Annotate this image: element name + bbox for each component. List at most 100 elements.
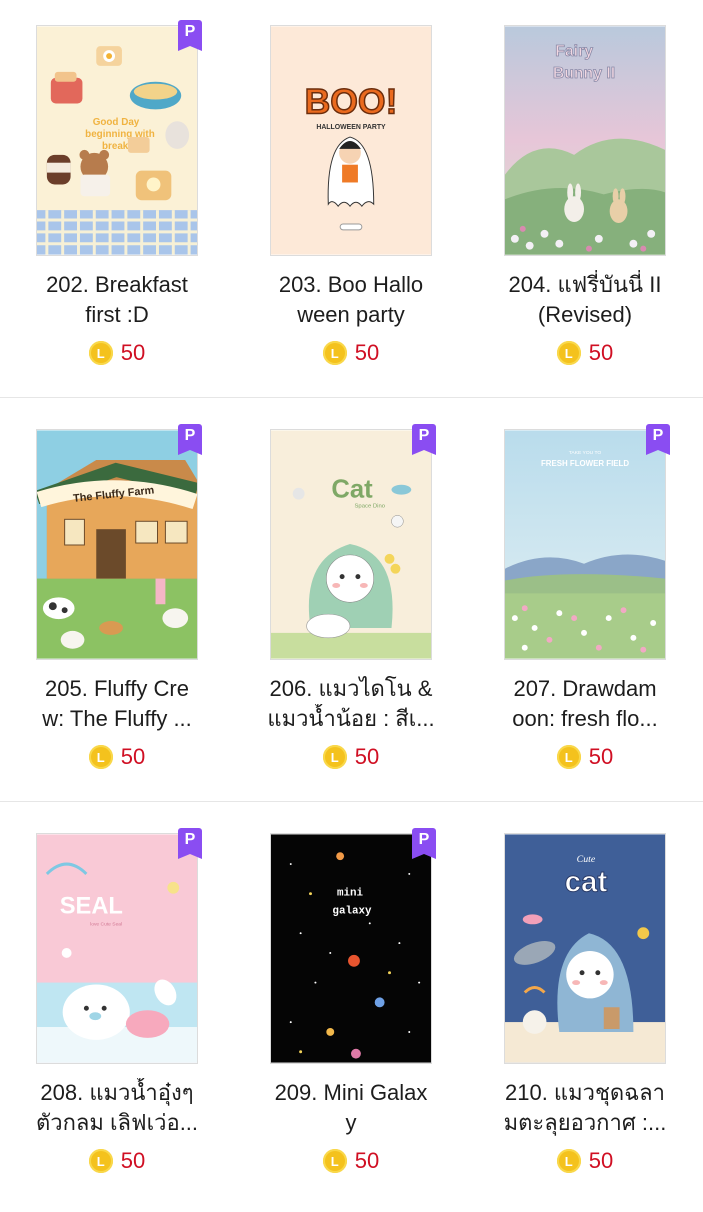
title-line: 204. แฟรี่บันนี่ II <box>508 272 662 297</box>
title-line: 202. Breakfast <box>46 272 188 297</box>
thumb-text: TAKE YOU TO <box>569 450 602 456</box>
title-line: 206. แมวไดโน & <box>269 676 433 701</box>
theme-title[interactable]: 202. Breakfast first :D <box>22 270 212 330</box>
theme-thumbnail[interactable]: Cat Space Dino <box>270 429 432 660</box>
price-tag: L 50 <box>0 340 234 366</box>
price-amount: 50 <box>588 744 614 769</box>
thumb-text: BOO! <box>305 81 398 121</box>
theme-card-208[interactable]: SEAL love Cute Seal P 208. แมวน้ำอุ๋งๆ ต… <box>0 808 234 1205</box>
theme-card-210[interactable]: Cute cat 210. แมวชุดฉลา มตะลุยอวกาศ :... <box>468 808 702 1205</box>
theme-title[interactable]: 206. แมวไดโน & แมวน้ำน้อย : สีเ... <box>256 674 446 734</box>
price-amount: 50 <box>354 1148 380 1173</box>
price-amount: 50 <box>354 744 380 769</box>
price-amount: 50 <box>588 340 614 365</box>
premium-badge: P <box>178 424 202 455</box>
coin-icon: L <box>556 341 581 365</box>
theme-thumbnail[interactable]: TAKE YOU TO FRESH FLOWER FIELD <box>504 429 666 660</box>
mini-galaxy-illustration: mini galaxy <box>271 834 431 1063</box>
theme-card-202[interactable]: Good Day beginning with breakfast P 202.… <box>0 0 234 397</box>
premium-badge: P <box>646 424 670 455</box>
title-line: 208. แมวน้ำอุ๋งๆ <box>40 1080 194 1105</box>
theme-card-209[interactable]: mini galaxy P 209. Mini Galax y L 50 <box>234 808 468 1205</box>
theme-thumbnail[interactable]: Fairy Bunny II <box>504 25 666 256</box>
price-amount: 50 <box>120 1148 146 1173</box>
theme-title[interactable]: 209. Mini Galax y <box>256 1078 446 1138</box>
theme-thumbnail[interactable]: Cute cat <box>504 833 666 1064</box>
seal-illustration: SEAL love Cute Seal <box>37 834 197 1063</box>
title-line: แมวน้ำน้อย : สีเ... <box>267 706 435 731</box>
title-line: 205. Fluffy Cre <box>45 676 189 701</box>
title-line: y <box>345 1110 357 1135</box>
price-tag: L 50 <box>234 1148 468 1174</box>
coin-icon: L <box>556 745 581 769</box>
theme-thumbnail[interactable]: SEAL love Cute Seal <box>36 833 198 1064</box>
theme-card-204[interactable]: Fairy Bunny II 204. แฟรี่บันนี่ II (Revi… <box>468 0 702 397</box>
theme-title[interactable]: 203. Boo Hallo ween party <box>256 270 446 330</box>
thumb-text: cat <box>565 866 608 899</box>
fairy-bunny-illustration: Fairy Bunny II <box>505 26 665 255</box>
theme-title[interactable]: 205. Fluffy Cre w: The Fluffy ... <box>22 674 212 734</box>
theme-thumbnail[interactable]: Good Day beginning with breakfast <box>36 25 198 256</box>
title-line: 210. แมวชุดฉลา <box>504 1080 665 1105</box>
coin-icon: L <box>322 745 347 769</box>
theme-card-207[interactable]: TAKE YOU TO FRESH FLOWER FIELD P 207. Dr… <box>468 404 702 801</box>
price-tag: L 50 <box>234 744 468 770</box>
coin-icon: L <box>88 1149 113 1173</box>
coin-icon: L <box>322 1149 347 1173</box>
flower-field-illustration: TAKE YOU TO FRESH FLOWER FIELD <box>505 430 665 659</box>
thumb-text: SEAL <box>60 893 123 919</box>
thumb-text: mini <box>337 888 364 900</box>
thumb-text: HALLOWEEN PARTY <box>316 124 386 131</box>
theme-title[interactable]: 207. Drawdam oon: fresh flo... <box>490 674 680 734</box>
price-tag: L 50 <box>234 340 468 366</box>
thumb-text: FRESH FLOWER FIELD <box>541 459 629 468</box>
coin-icon: L <box>88 745 113 769</box>
theme-row: SEAL love Cute Seal P 208. แมวน้ำอุ๋งๆ ต… <box>0 808 703 1212</box>
dino-cat-illustration: Cat Space Dino <box>271 430 431 659</box>
theme-thumbnail[interactable]: mini galaxy <box>270 833 432 1064</box>
theme-card-205[interactable]: The Fluffy Farm P 205. Fluffy Cre w: The… <box>0 404 234 801</box>
thumb-text: galaxy <box>332 905 372 917</box>
title-line: w: The Fluffy ... <box>42 706 192 731</box>
title-line: 209. Mini Galax <box>274 1080 428 1105</box>
coin-icon: L <box>556 1149 581 1173</box>
premium-badge: P <box>178 20 202 51</box>
theme-title[interactable]: 210. แมวชุดฉลา มตะลุยอวกาศ :... <box>490 1078 680 1138</box>
theme-row: The Fluffy Farm P 205. Fluffy Cre w: The… <box>0 404 703 808</box>
title-line: 203. Boo Hallo <box>278 272 424 297</box>
theme-thumbnail[interactable]: BOO! HALLOWEEN PARTY <box>270 25 432 256</box>
thumb-text: love Cute Seal <box>90 921 122 927</box>
theme-card-206[interactable]: Cat Space Dino P 206. แมวไดโน & แมวน้ำน้… <box>234 404 468 801</box>
title-line: oon: fresh flo... <box>512 706 658 731</box>
theme-card-203[interactable]: BOO! HALLOWEEN PARTY 203. Boo Hallo ween… <box>234 0 468 397</box>
price-amount: 50 <box>588 1148 614 1173</box>
fluffy-farm-illustration: The Fluffy Farm <box>37 430 197 659</box>
breakfast-illustration: Good Day beginning with breakfast <box>37 26 197 255</box>
thumb-text: Fairy <box>555 43 593 60</box>
price-amount: 50 <box>120 744 146 769</box>
title-line: 207. Drawdam <box>513 676 657 701</box>
price-tag: L 50 <box>468 1148 702 1174</box>
thumb-text: Space Dino <box>354 503 385 509</box>
premium-badge: P <box>412 828 436 859</box>
title-line: first :D <box>85 302 149 327</box>
price-amount: 50 <box>120 340 146 365</box>
thumb-text: Cute <box>577 854 596 865</box>
price-tag: L 50 <box>468 744 702 770</box>
thumb-text: Cat <box>331 476 373 504</box>
price-amount: 50 <box>354 340 380 365</box>
price-tag: L 50 <box>468 340 702 366</box>
thumb-text: Good Day <box>93 117 140 128</box>
theme-title[interactable]: 208. แมวน้ำอุ๋งๆ ตัวกลม เลิฟเว่อ... <box>22 1078 212 1138</box>
theme-title[interactable]: 204. แฟรี่บันนี่ II (Revised) <box>490 270 680 330</box>
premium-badge: P <box>412 424 436 455</box>
thumb-text: Bunny II <box>553 65 615 82</box>
halloween-ghost-illustration: BOO! HALLOWEEN PARTY <box>271 26 431 255</box>
row-divider <box>0 801 703 802</box>
coin-icon: L <box>88 341 113 365</box>
title-line: ตัวกลม เลิฟเว่อ... <box>35 1110 199 1135</box>
premium-badge: P <box>178 828 202 859</box>
theme-thumbnail[interactable]: The Fluffy Farm <box>36 429 198 660</box>
title-line: มตะลุยอวกาศ :... <box>503 1110 667 1135</box>
theme-row: Good Day beginning with breakfast P 202.… <box>0 0 703 404</box>
